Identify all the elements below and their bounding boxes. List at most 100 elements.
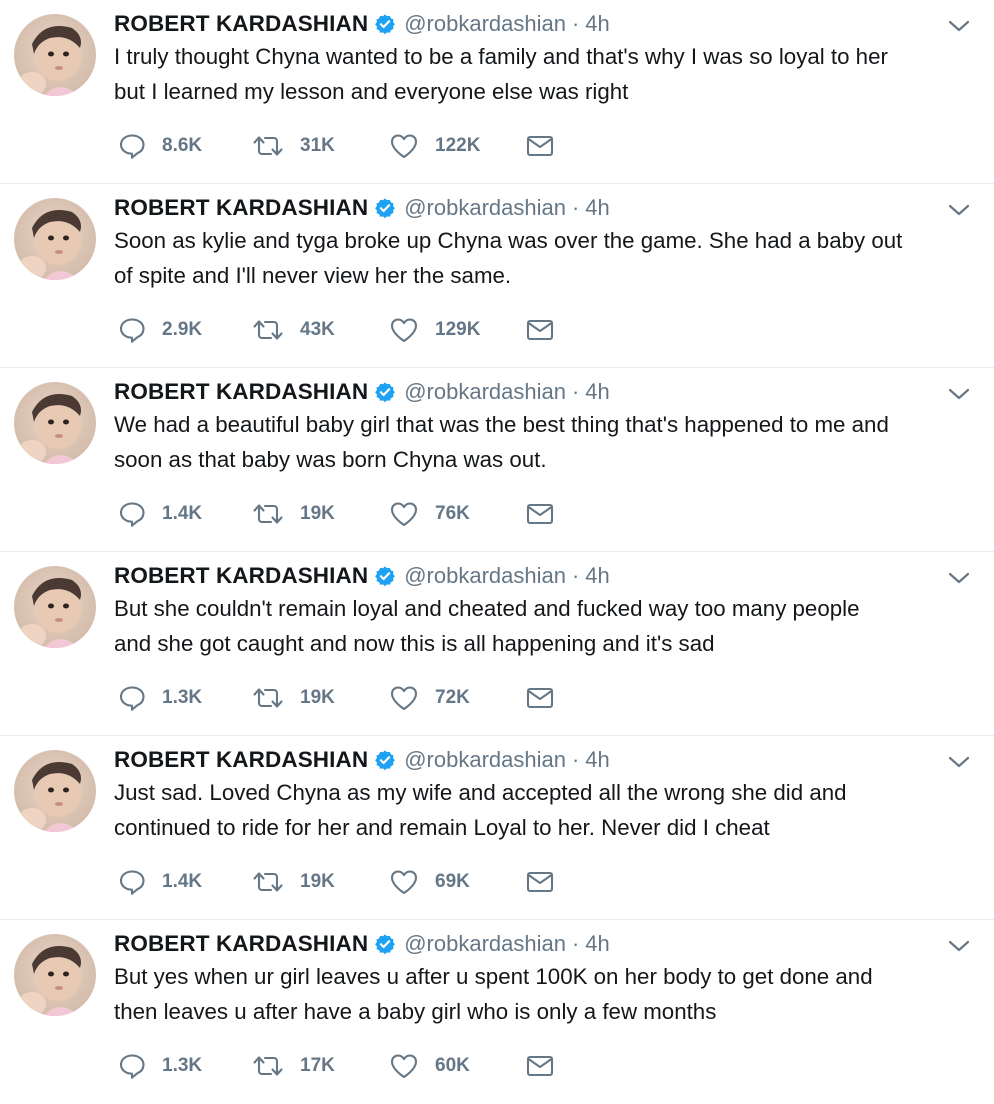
retweet-count: 19K [300,687,335,708]
chevron-down-icon[interactable] [946,565,972,591]
tweet-actions: 1.3K 17K 60K [118,1050,578,1082]
direct-message-button[interactable] [526,682,554,714]
reply-icon [119,870,145,895]
tweet[interactable]: ROBERT KARDASHIAN @robkardashian · 4h We… [0,368,994,552]
retweet-button[interactable]: 43K [252,314,335,346]
timestamp[interactable]: 4h [585,747,609,773]
like-count: 122K [435,135,481,156]
heart-icon [390,318,418,343]
verified-badge-icon [375,934,396,955]
reply-count: 1.4K [162,871,203,892]
display-name[interactable]: ROBERT KARDASHIAN [114,747,368,773]
tweet-header: ROBERT KARDASHIAN @robkardashian · 4h [114,745,610,775]
like-button[interactable]: 76K [389,498,470,530]
avatar[interactable] [14,750,96,832]
chevron-down-icon[interactable] [946,197,972,223]
like-count: 72K [435,687,470,708]
timestamp[interactable]: 4h [585,195,609,221]
direct-message-button[interactable] [526,130,554,162]
retweet-button[interactable]: 31K [252,130,335,162]
heart-icon [390,134,418,159]
like-button[interactable]: 129K [389,314,480,346]
display-name[interactable]: ROBERT KARDASHIAN [114,195,368,221]
retweet-button[interactable]: 19K [252,498,335,530]
user-handle[interactable]: @robkardashian [404,747,566,773]
tweet-actions: 1.4K 19K 76K [118,498,578,530]
retweet-count: 19K [300,503,335,524]
retweet-icon [253,872,283,892]
retweet-icon [253,1056,283,1076]
timestamp[interactable]: 4h [585,11,609,37]
tweet[interactable]: ROBERT KARDASHIAN @robkardashian · 4h So… [0,184,994,368]
tweet[interactable]: ROBERT KARDASHIAN @robkardashian · 4h I … [0,0,994,184]
reply-button[interactable]: 1.4K [118,498,202,530]
separator: · [571,563,580,588]
heart-icon [390,502,418,527]
tweet[interactable]: ROBERT KARDASHIAN @robkardashian · 4h Ju… [0,736,994,920]
verified-badge-icon [375,382,396,403]
separator: · [571,379,580,404]
avatar[interactable] [14,934,96,1016]
chevron-down-icon[interactable] [946,381,972,407]
separator: · [571,931,580,956]
retweet-count: 19K [300,871,335,892]
reply-icon [119,686,145,711]
like-button[interactable]: 122K [389,130,480,162]
timestamp[interactable]: 4h [585,931,609,957]
like-count: 60K [435,1055,470,1076]
avatar[interactable] [14,14,96,96]
timestamp[interactable]: 4h [585,379,609,405]
like-count: 69K [435,871,470,892]
display-name[interactable]: ROBERT KARDASHIAN [114,563,368,589]
envelope-icon [526,871,554,893]
chevron-down-icon[interactable] [946,749,972,775]
verified-badge-icon [375,750,396,771]
direct-message-button[interactable] [526,1050,554,1082]
tweet-text: Soon as kylie and tyga broke up Chyna wa… [114,228,903,288]
retweet-button[interactable]: 17K [252,1050,335,1082]
display-name[interactable]: ROBERT KARDASHIAN [114,379,368,405]
like-count: 129K [435,319,481,340]
retweet-icon [253,136,283,156]
direct-message-button[interactable] [526,498,554,530]
like-button[interactable]: 60K [389,1050,470,1082]
reply-button[interactable]: 2.9K [118,314,202,346]
tweet-actions: 1.4K 19K 69K [118,866,578,898]
avatar[interactable] [14,198,96,280]
like-button[interactable]: 69K [389,866,470,898]
reply-button[interactable]: 1.3K [118,682,202,714]
like-button[interactable]: 72K [389,682,470,714]
user-handle[interactable]: @robkardashian [404,379,566,405]
tweet[interactable]: ROBERT KARDASHIAN @robkardashian · 4h Bu… [0,920,994,1104]
reply-button[interactable]: 1.3K [118,1050,202,1082]
reply-icon [119,318,145,343]
user-handle[interactable]: @robkardashian [404,931,566,957]
user-handle[interactable]: @robkardashian [404,563,566,589]
direct-message-button[interactable] [526,314,554,346]
display-name[interactable]: ROBERT KARDASHIAN [114,11,368,37]
reply-count: 1.4K [162,503,203,524]
envelope-icon [526,319,554,341]
reply-count: 8.6K [162,135,203,156]
user-handle[interactable]: @robkardashian [404,195,566,221]
reply-button[interactable]: 8.6K [118,130,202,162]
chevron-down-icon[interactable] [946,13,972,39]
user-handle[interactable]: @robkardashian [404,11,566,37]
avatar[interactable] [14,382,96,464]
retweet-button[interactable]: 19K [252,866,335,898]
display-name[interactable]: ROBERT KARDASHIAN [114,931,368,957]
tweet-text: Just sad. Loved Chyna as my wife and acc… [114,780,847,840]
direct-message-button[interactable] [526,866,554,898]
reply-count: 1.3K [162,1055,203,1076]
retweet-button[interactable]: 19K [252,682,335,714]
tweet-actions: 2.9K 43K 129K [118,314,578,346]
reply-button[interactable]: 1.4K [118,866,202,898]
chevron-down-icon[interactable] [946,933,972,959]
tweet[interactable]: ROBERT KARDASHIAN @robkardashian · 4h Bu… [0,552,994,736]
avatar[interactable] [14,566,96,648]
tweet-actions: 1.3K 19K 72K [118,682,578,714]
timestamp[interactable]: 4h [585,563,609,589]
reply-count: 1.3K [162,687,203,708]
tweet-text: But she couldn't remain loyal and cheate… [114,596,860,656]
separator: · [571,747,580,772]
